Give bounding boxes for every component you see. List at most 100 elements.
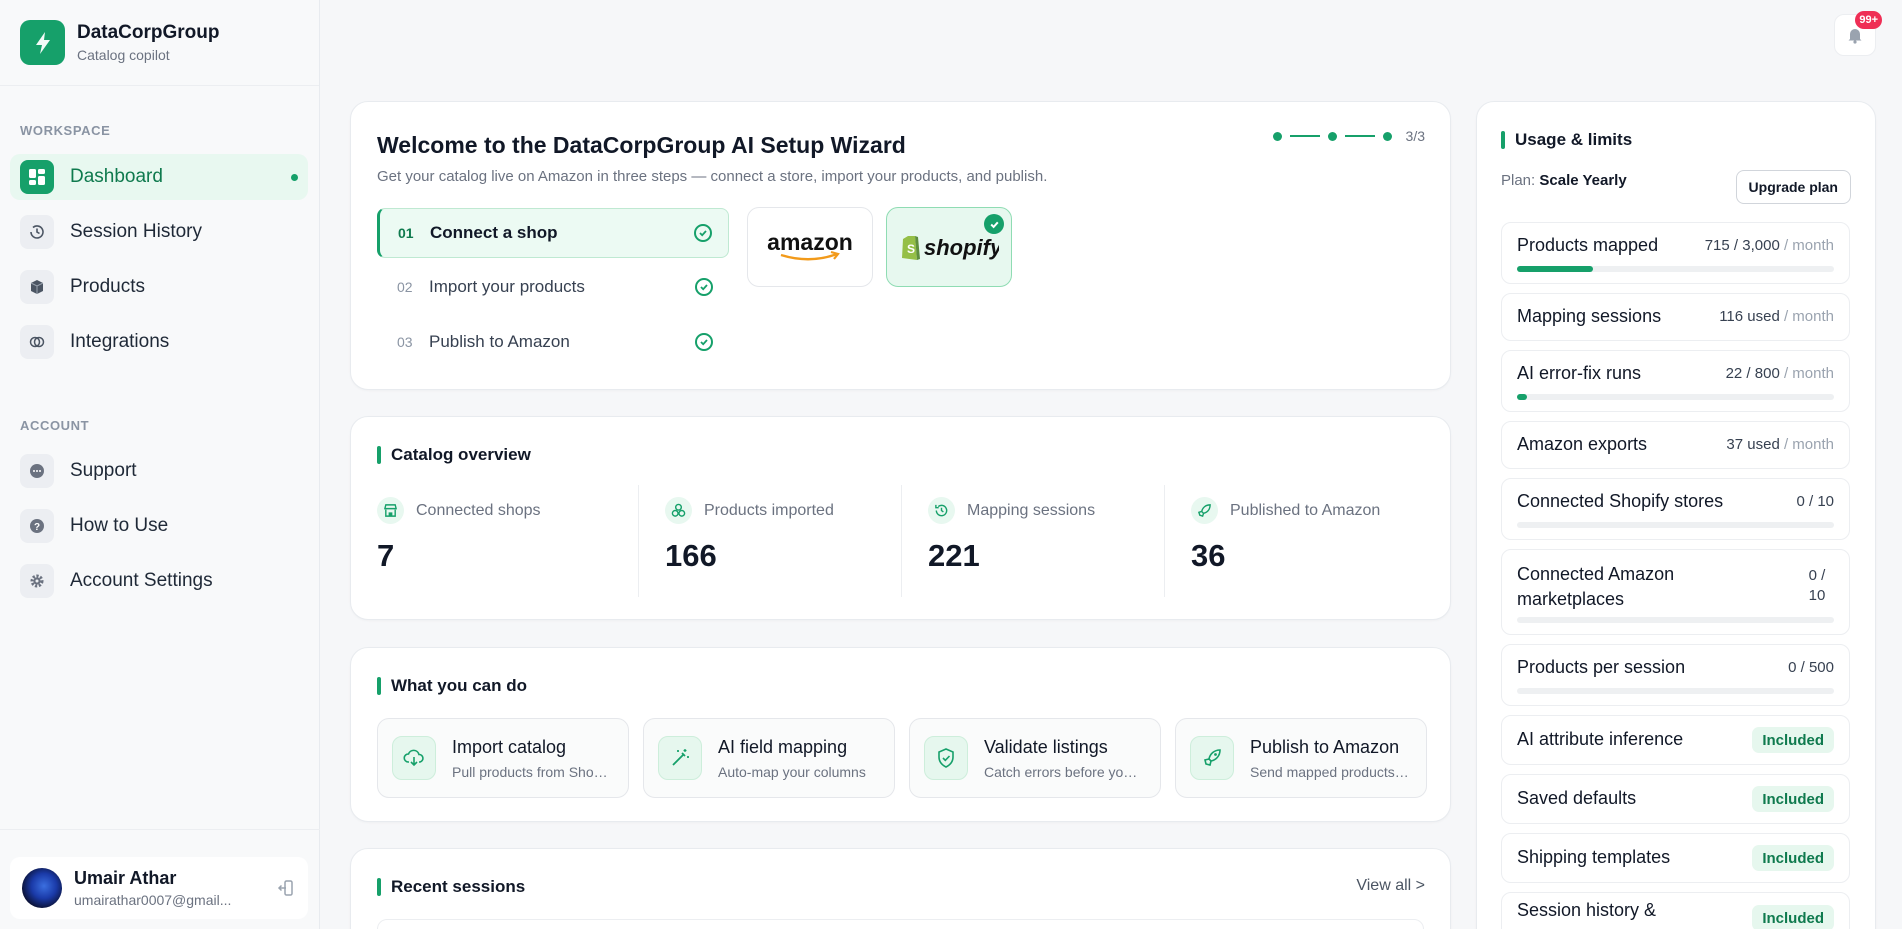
- session-row[interactable]: [377, 919, 1424, 929]
- sidebar-item-products[interactable]: Products: [10, 264, 308, 310]
- actions-card: What you can do Import catalog Pull prod…: [350, 647, 1451, 822]
- cloud-download-icon: [392, 736, 436, 780]
- stat-products-imported: Products imported 166: [638, 485, 900, 597]
- limit-name: Products mapped: [1517, 235, 1659, 255]
- brand-subtitle: Catalog copilot: [77, 47, 170, 63]
- plan-name: Scale Yearly: [1539, 172, 1627, 189]
- amazon-logo: amazon: [767, 230, 853, 261]
- sidebar-item-label: Support: [70, 460, 137, 481]
- shopify-platform-tile[interactable]: S shopify: [886, 207, 1012, 287]
- limit-name: Mapping sessions: [1517, 306, 1662, 326]
- usage-heading: Usage & limits: [1515, 130, 1633, 149]
- sidebar-item-integrations[interactable]: Integrations: [10, 319, 308, 365]
- svg-text:S: S: [907, 242, 915, 256]
- sidebar-item-label: Session History: [70, 221, 202, 242]
- brand[interactable]: DataCorpGroup Catalog copilot: [0, 0, 319, 86]
- limit-shipping-templates: Shipping templates Included: [1501, 833, 1850, 883]
- heading-accent: [377, 446, 381, 464]
- sidebar-item-session-history[interactable]: Session History: [10, 209, 308, 255]
- wizard-step-import-products[interactable]: 02 Import your products: [377, 262, 729, 312]
- view-all-link[interactable]: View all >: [1356, 877, 1425, 895]
- plan-info: Plan: Scale Yearly: [1501, 172, 1627, 189]
- included-badge: Included: [1752, 786, 1834, 812]
- stat-connected-shops: Connected shops 7: [351, 485, 613, 597]
- amazon-platform-tile[interactable]: amazon: [747, 207, 873, 287]
- action-title: Publish to Amazon: [1250, 736, 1400, 757]
- limit-name: Session history &: [1517, 900, 1657, 920]
- stat-label: Connected shops: [416, 501, 541, 519]
- wizard-title: Welcome to the DataCorpGroup AI Setup Wi…: [377, 132, 906, 158]
- wizard-step-publish[interactable]: 03 Publish to Amazon: [377, 317, 729, 367]
- action-title: AI field mapping: [718, 736, 848, 757]
- limit-value: 0 / 10: [1796, 493, 1834, 510]
- recent-sessions-heading: Recent sessions: [391, 877, 526, 896]
- sidebar-item-label: Account Settings: [70, 570, 213, 591]
- setup-wizard-card: Welcome to the DataCorpGroup AI Setup Wi…: [350, 101, 1451, 390]
- dashboard-icon: [20, 160, 54, 194]
- sidebar-item-support[interactable]: Support: [10, 448, 308, 494]
- limit-name: Products per session: [1517, 657, 1686, 677]
- heading-accent: [377, 878, 381, 896]
- wizard-step-connect-shop[interactable]: 01 Connect a shop: [377, 208, 729, 258]
- stat-label: Published to Amazon: [1230, 501, 1381, 519]
- limit-name: Amazon exports: [1517, 434, 1648, 454]
- limit-progress-track: [1517, 688, 1834, 694]
- boxes-icon: [665, 497, 692, 524]
- actions-heading: What you can do: [391, 676, 527, 695]
- limit-connected-amazon-marketplaces: Connected Amazon marketplaces 0 / 10: [1501, 549, 1850, 635]
- action-title: Import catalog: [452, 736, 567, 757]
- action-publish-to-amazon[interactable]: Publish to Amazon Send mapped products t…: [1175, 718, 1427, 798]
- logout-icon[interactable]: [276, 878, 296, 898]
- included-badge: Included: [1752, 845, 1834, 871]
- included-badge: Included: [1752, 727, 1834, 753]
- limit-progress-track: [1517, 522, 1834, 528]
- shopify-logo: S shopify: [902, 235, 999, 260]
- action-subtitle: Pull products from Shopify: [452, 763, 612, 780]
- sidebar-item-how-to-use[interactable]: ? How to Use: [10, 503, 308, 549]
- check-icon: [695, 333, 713, 351]
- progress-count: 3/3: [1405, 128, 1425, 144]
- link-icon: [20, 325, 54, 359]
- stat-value: 36: [1191, 538, 1226, 573]
- sidebar-item-label: Products: [70, 276, 145, 297]
- action-subtitle: Auto-map your columns: [718, 763, 866, 780]
- limit-session-history: Session history & Included: [1501, 892, 1850, 929]
- limit-progress-fill: [1517, 266, 1594, 272]
- limit-progress-track: [1517, 266, 1834, 272]
- sidebar-item-account-settings[interactable]: Account Settings: [10, 558, 308, 604]
- wizard-progress: 3/3: [1272, 128, 1425, 144]
- stat-mapping-sessions: Mapping sessions 221: [901, 485, 1163, 597]
- limit-progress-fill: [1517, 394, 1527, 400]
- action-import-catalog[interactable]: Import catalog Pull products from Shopif…: [377, 718, 629, 798]
- step-label: Import your products: [429, 277, 585, 296]
- action-validate-listings[interactable]: Validate listings Catch errors before yo…: [909, 718, 1161, 798]
- upgrade-plan-button[interactable]: Upgrade plan: [1735, 170, 1851, 204]
- limit-name: Saved defaults: [1517, 788, 1637, 808]
- cube-icon: [20, 270, 54, 304]
- divider: [0, 829, 320, 830]
- action-subtitle: Catch errors before you publish: [984, 763, 1144, 780]
- limit-ai-error-fix-runs: AI error-fix runs 22 / 800 / month: [1501, 350, 1850, 412]
- limit-mapping-sessions: Mapping sessions 116 used / month: [1501, 293, 1850, 341]
- limit-ai-attribute-inference: AI attribute inference Included: [1501, 715, 1850, 765]
- chat-icon: [20, 454, 54, 488]
- stat-label: Mapping sessions: [967, 501, 1096, 519]
- user-email: umairathar0007@gmail...: [74, 892, 232, 908]
- sidebar-item-dashboard[interactable]: Dashboard: [10, 154, 308, 200]
- history-icon: [20, 215, 54, 249]
- progress-dot: [1382, 131, 1392, 141]
- magic-wand-icon: [658, 736, 702, 780]
- user-card[interactable]: Umair Athar umairathar0007@gmail...: [10, 857, 308, 919]
- svg-text:?: ?: [34, 522, 40, 533]
- progress-dot: [1327, 131, 1337, 141]
- limit-connected-shopify-stores: Connected Shopify stores 0 / 10: [1501, 478, 1850, 540]
- brand-title: DataCorpGroup: [77, 22, 220, 43]
- heading-accent: [377, 677, 381, 695]
- limit-name: Connected Shopify stores: [1517, 491, 1724, 511]
- step-label: Connect a shop: [430, 223, 558, 242]
- limit-name: AI error-fix runs: [1517, 363, 1642, 383]
- action-ai-field-mapping[interactable]: AI field mapping Auto-map your columns: [643, 718, 895, 798]
- notifications-button[interactable]: 99+: [1834, 11, 1882, 56]
- amazon-wordmark: amazon: [767, 230, 853, 255]
- stat-value: 221: [928, 538, 980, 573]
